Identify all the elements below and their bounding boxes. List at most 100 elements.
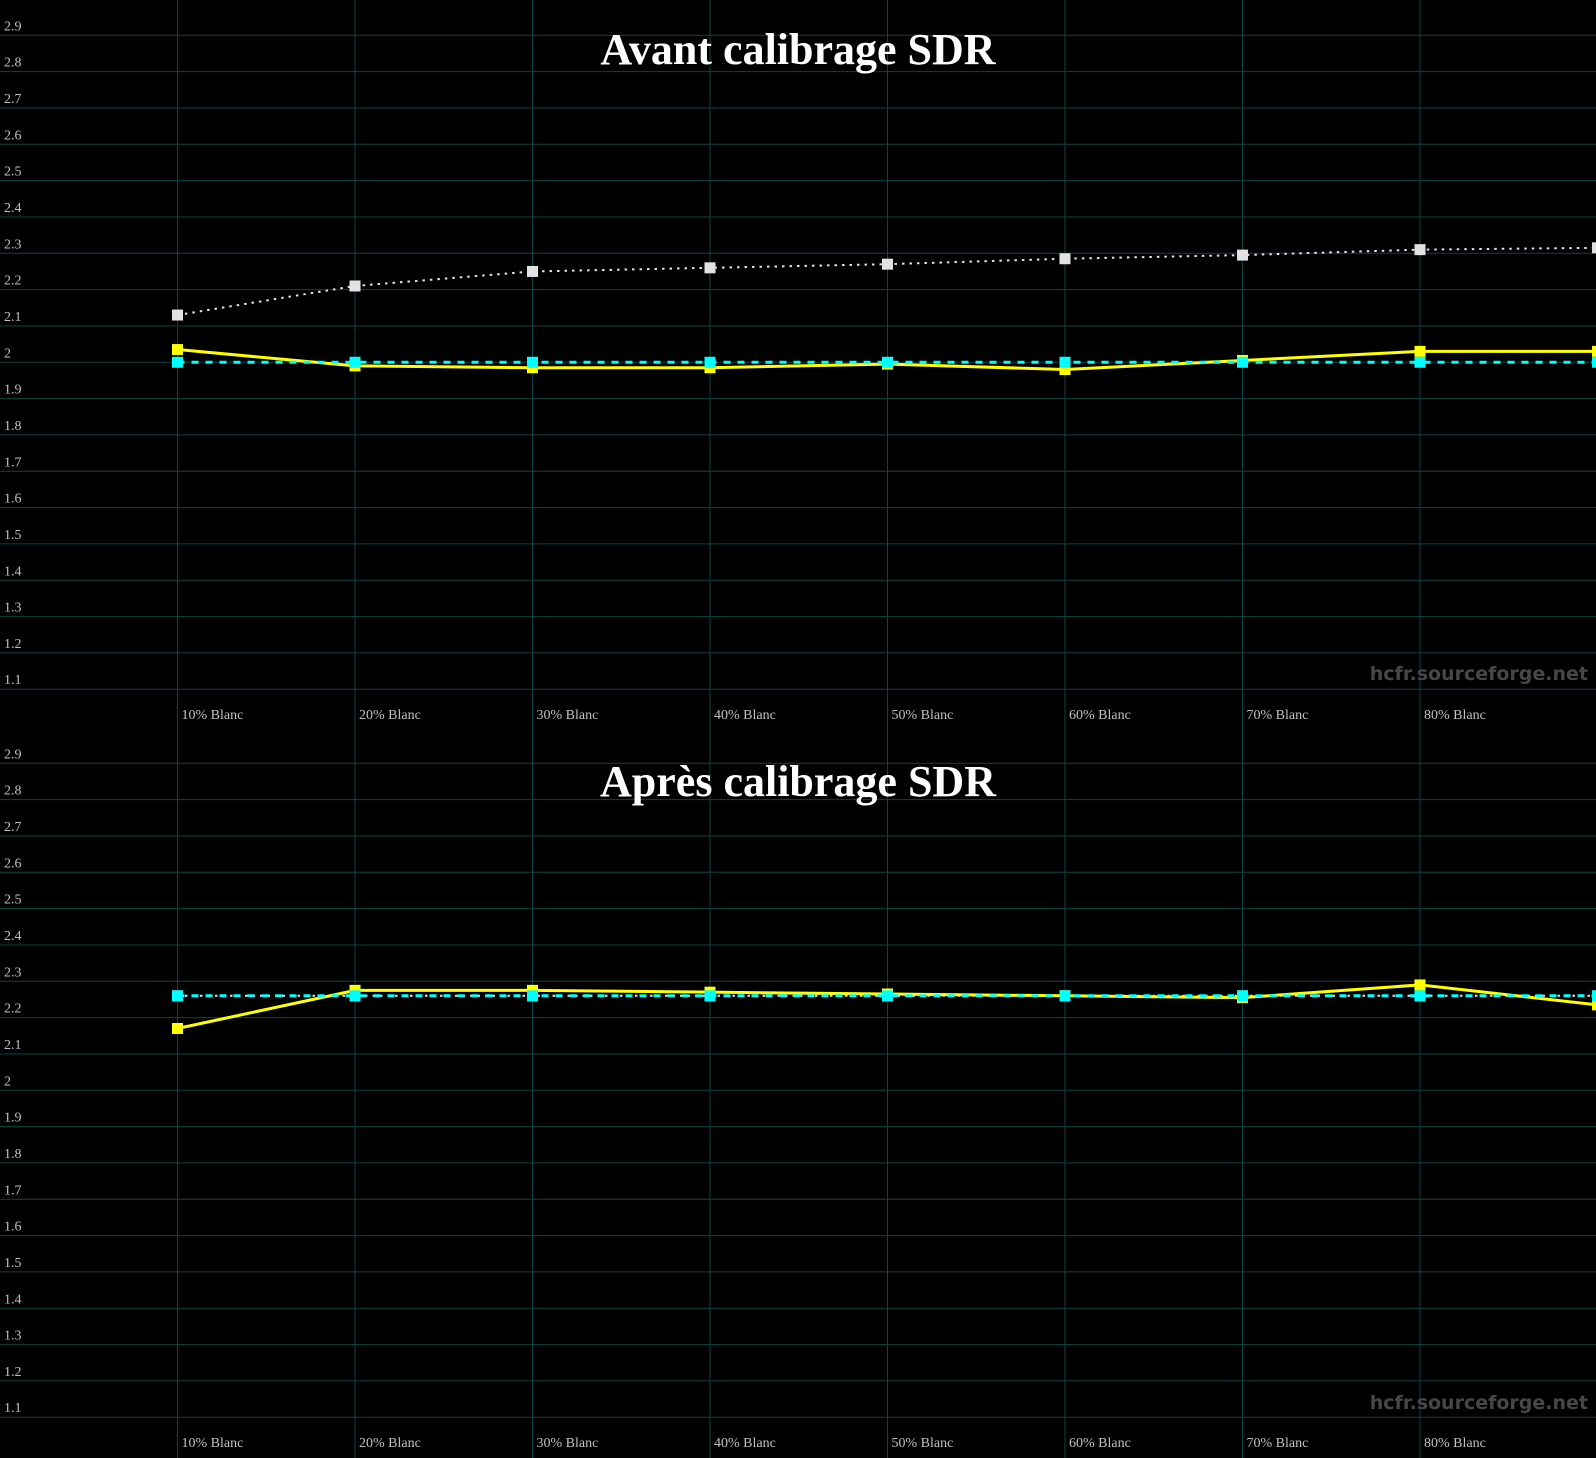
x-axis-tick-labels: 10% Blanc 20% Blanc 30% Blanc 40% Blanc 50% … [182, 708, 1486, 723]
y-tick-label: 2 [4, 1074, 11, 1089]
white-dotted-gamma-curve-marker [882, 259, 893, 270]
x-tick-label: 50% Blanc [892, 708, 954, 723]
y-tick-label: 1.6 [4, 1220, 22, 1235]
cyan-reference-gamma-marker [1060, 357, 1071, 368]
gamma-charts-page: 2.9 2.8 2.7 2.6 2.5 2.4 2.3 2.2 2.1 2 1.9 1.8 1.7 1.6… [0, 0, 1596, 1458]
cyan-reference-gamma-marker [172, 990, 183, 1001]
y-tick-label: 1.7 [4, 1183, 22, 1198]
y-tick-label: 1.6 [4, 492, 22, 507]
yellow-measured-gamma-marker [1415, 979, 1426, 990]
x-tick-label: 10% Blanc [182, 708, 244, 723]
white-dotted-gamma-curve-marker [172, 310, 183, 321]
x-tick-label: 60% Blanc [1069, 1436, 1131, 1451]
gridlines [0, 0, 1596, 728]
y-tick-label: 2.2 [4, 274, 22, 289]
y-tick-label: 2.7 [4, 820, 22, 835]
chart-avant: 2.9 2.8 2.7 2.6 2.5 2.4 2.3 2.2 2.1 2 1.9 1.8 1.7 1.6… [0, 0, 1596, 728]
y-tick-label: 2.5 [4, 893, 22, 908]
white-dotted-gamma-curve-marker [527, 266, 538, 277]
y-tick-label: 2.3 [4, 965, 22, 980]
y-tick-label: 1.4 [4, 1292, 22, 1307]
y-tick-label: 1.1 [4, 1401, 22, 1416]
cyan-reference-gamma-marker [1237, 357, 1248, 368]
cyan-reference-gamma-marker [350, 357, 361, 368]
cyan-reference-gamma-marker [1592, 990, 1596, 1001]
y-tick-label: 1.5 [4, 1256, 22, 1271]
x-tick-label: 20% Blanc [359, 708, 421, 723]
y-tick-label: 1.1 [4, 673, 22, 688]
white-dotted-gamma-curve-marker [705, 262, 716, 273]
y-tick-label: 2.4 [4, 201, 22, 216]
x-tick-label: 80% Blanc [1424, 708, 1486, 723]
cyan-reference-gamma-marker [1592, 357, 1596, 368]
y-tick-label: 1.7 [4, 455, 22, 470]
y-tick-label: 1.8 [4, 1147, 22, 1162]
x-axis-tick-labels: 10% Blanc 20% Blanc 30% Blanc 40% Blanc 50% … [182, 1436, 1486, 1451]
x-tick-label: 30% Blanc [537, 708, 599, 723]
x-tick-label: 20% Blanc [359, 1436, 421, 1451]
x-tick-label: 60% Blanc [1069, 708, 1131, 723]
y-tick-label: 2.4 [4, 929, 22, 944]
white-dotted-gamma-curve-marker [1592, 242, 1596, 253]
x-tick-label: 40% Blanc [714, 708, 776, 723]
yellow-measured-gamma-marker [1415, 346, 1426, 357]
y-tick-label: 2.9 [4, 19, 22, 34]
x-tick-label: 80% Blanc [1424, 1436, 1486, 1451]
x-tick-label: 10% Blanc [182, 1436, 244, 1451]
y-tick-label: 2 [4, 346, 11, 361]
y-tick-label: 2.1 [4, 310, 22, 325]
y-axis-tick-labels: 2.9 2.8 2.7 2.6 2.5 2.4 2.3 2.2 2.1 2 1.9 1.8 1.7 1.6… [4, 19, 22, 688]
y-tick-label: 1.2 [4, 1365, 22, 1380]
cyan-reference-gamma-marker [527, 990, 538, 1001]
series-yellow-measured-gamma [172, 979, 1596, 1034]
cyan-reference-gamma-marker [705, 357, 716, 368]
y-tick-label: 2.7 [4, 92, 22, 107]
x-tick-label: 50% Blanc [892, 1436, 954, 1451]
y-tick-label: 1.3 [4, 601, 22, 616]
x-tick-label: 30% Blanc [537, 1436, 599, 1451]
white-dotted-gamma-curve-line [178, 248, 1596, 315]
chart-apres: 2.9 2.8 2.7 2.6 2.5 2.4 2.3 2.2 2.1 2 1.9 1.8 1.7 1.6… [0, 728, 1596, 1458]
y-tick-label: 1.3 [4, 1329, 22, 1344]
yellow-measured-gamma-marker [1592, 346, 1596, 357]
y-tick-label: 1.8 [4, 419, 22, 434]
y-tick-label: 1.2 [4, 637, 22, 652]
chart-avant-plot: 2.9 2.8 2.7 2.6 2.5 2.4 2.3 2.2 2.1 2 1.9 1.8 1.7 1.6… [0, 0, 1596, 728]
cyan-reference-gamma-marker [172, 357, 183, 368]
y-tick-label: 2.3 [4, 237, 22, 252]
cyan-reference-gamma-marker [882, 357, 893, 368]
y-tick-label: 2.6 [4, 856, 22, 871]
y-tick-label: 1.9 [4, 1111, 22, 1126]
cyan-reference-gamma-marker [882, 990, 893, 1001]
cyan-reference-gamma-marker [527, 357, 538, 368]
cyan-reference-gamma-marker [1415, 357, 1426, 368]
cyan-reference-gamma-marker [350, 990, 361, 1001]
cyan-reference-gamma-marker [1237, 990, 1248, 1001]
chart-apres-plot: 2.9 2.8 2.7 2.6 2.5 2.4 2.3 2.2 2.1 2 1.9 1.8 1.7 1.6… [0, 728, 1596, 1458]
y-tick-label: 2.8 [4, 56, 22, 71]
x-tick-label: 70% Blanc [1247, 1436, 1309, 1451]
y-tick-label: 2.5 [4, 165, 22, 180]
y-tick-label: 2.1 [4, 1038, 22, 1053]
white-dotted-gamma-curve-marker [1415, 244, 1426, 255]
white-dotted-gamma-curve-marker [1060, 253, 1071, 264]
yellow-measured-gamma-marker [172, 1023, 183, 1034]
white-dotted-gamma-curve-marker [350, 280, 361, 291]
cyan-reference-gamma-marker [705, 990, 716, 1001]
white-dotted-gamma-curve-marker [1237, 250, 1248, 261]
y-axis-tick-labels: 2.9 2.8 2.7 2.6 2.5 2.4 2.3 2.2 2.1 2 1.9 1.8 1.7 1.6… [4, 747, 22, 1416]
x-tick-label: 40% Blanc [714, 1436, 776, 1451]
series-white-dotted-gamma-curve [172, 242, 1596, 320]
y-tick-label: 1.4 [4, 564, 22, 579]
yellow-measured-gamma-marker [172, 344, 183, 355]
y-tick-label: 2.2 [4, 1002, 22, 1017]
x-tick-label: 70% Blanc [1247, 708, 1309, 723]
series-cyan-reference-gamma [172, 990, 1596, 1001]
y-tick-label: 2.9 [4, 747, 22, 762]
cyan-reference-gamma-marker [1415, 990, 1426, 1001]
y-tick-label: 1.5 [4, 528, 22, 543]
gridlines [0, 728, 1596, 1458]
y-tick-label: 2.8 [4, 784, 22, 799]
y-tick-label: 1.9 [4, 383, 22, 398]
y-tick-label: 2.6 [4, 128, 22, 143]
